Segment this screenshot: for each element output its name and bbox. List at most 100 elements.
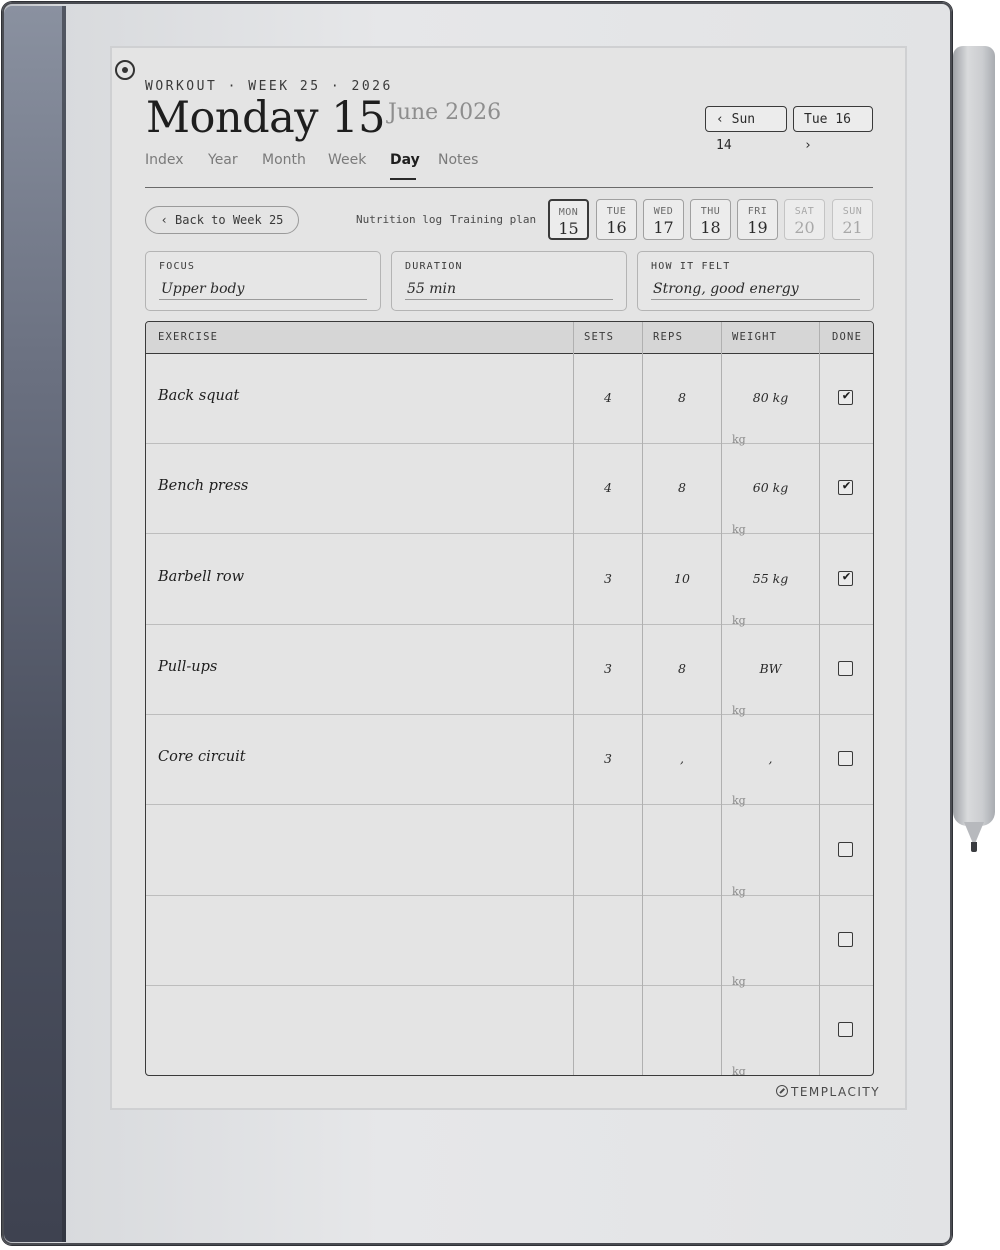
weight-cell[interactable]: 55 kg (722, 571, 819, 586)
page-kicker: WORKOUT · WEEK 25 · 2026 (145, 79, 393, 94)
column-divider (573, 322, 574, 1075)
duration-label: DURATION (405, 261, 463, 272)
training-plan-link[interactable]: Training plan (450, 213, 536, 226)
day-chip-sat[interactable]: SAT 20 (784, 199, 825, 240)
day-chip-name: FRI (747, 206, 768, 217)
tablet-spine (4, 6, 66, 1242)
how-it-felt-field[interactable]: HOW IT FELT Strong, good energy (637, 251, 874, 311)
checkmark-icon: ✔ (842, 388, 851, 403)
day-chip-thu[interactable]: THU 18 (690, 199, 731, 240)
sets-cell[interactable]: 4 (574, 390, 642, 405)
column-header-sets: SETS (584, 331, 615, 343)
writing-line (651, 299, 860, 300)
page-title: Monday 15 (146, 93, 385, 143)
day-chip-number: 19 (747, 218, 768, 237)
day-chip-sun[interactable]: SUN 21 (832, 199, 873, 240)
table-row: kg (146, 806, 873, 898)
stylus-nib (971, 842, 977, 852)
unit-label: kg (732, 1065, 746, 1076)
done-checkbox[interactable] (838, 931, 853, 947)
exercise-cell[interactable]: Bench press (158, 478, 248, 494)
tab-day[interactable]: Day (390, 152, 420, 168)
day-chip-name: SAT (794, 206, 815, 217)
weight-cell[interactable]: 80 kg (722, 390, 819, 405)
exercise-cell[interactable]: Core circuit (158, 749, 246, 765)
column-header-reps: REPS (653, 331, 684, 343)
done-checkbox[interactable]: ✔ (838, 478, 853, 496)
stylus-pen (953, 46, 995, 826)
day-chip-number: 18 (700, 218, 721, 237)
day-chip-mon[interactable]: MON 15 (548, 199, 589, 240)
focus-label: FOCUS (159, 261, 196, 272)
table-row: kg (146, 986, 873, 1076)
done-checkbox[interactable]: ✔ (838, 568, 853, 586)
tab-index[interactable]: Index (145, 152, 184, 168)
column-divider (819, 322, 820, 1075)
brand-mark-icon (776, 1085, 788, 1097)
column-divider (642, 322, 643, 1075)
sets-cell[interactable]: 3 (574, 661, 642, 676)
brand-logo: TEMPLACITY (776, 1085, 880, 1099)
reps-cell[interactable]: 10 (643, 571, 721, 586)
reps-cell[interactable]: , (643, 751, 721, 766)
weight-cell[interactable]: 60 kg (722, 480, 819, 495)
day-chip-number: 17 (653, 218, 674, 237)
active-tab-indicator (390, 178, 416, 180)
writing-line (159, 299, 367, 300)
camera-icon (115, 60, 135, 80)
month-label: June 2026 (388, 100, 502, 125)
table-row: Barbell row 3 10 55 kg kg ✔ (146, 535, 873, 627)
checkmark-icon: ✔ (842, 478, 851, 494)
how-it-felt-label: HOW IT FELT (651, 261, 731, 272)
duration-field[interactable]: DURATION 55 min (391, 251, 627, 311)
how-it-felt-value: Strong, good energy (653, 281, 799, 297)
checkmark-icon: ✔ (842, 568, 851, 584)
done-checkbox[interactable] (838, 1022, 853, 1038)
nutrition-log-link[interactable]: Nutrition log (356, 213, 442, 226)
day-chip-wed[interactable]: WED 17 (643, 199, 684, 240)
table-row: Bench press 4 8 60 kg kg ✔ (146, 444, 873, 536)
tab-divider (145, 187, 873, 188)
back-to-week-button[interactable]: ‹ Back to Week 25 (145, 206, 299, 234)
reps-cell[interactable]: 8 (643, 390, 721, 405)
day-chip-tue[interactable]: TUE 16 (596, 199, 637, 240)
done-checkbox[interactable] (838, 841, 853, 857)
done-checkbox[interactable] (838, 660, 853, 676)
done-checkbox[interactable]: ✔ (838, 388, 853, 405)
day-chip-number: 16 (606, 218, 627, 237)
exercise-cell[interactable]: Back squat (158, 388, 239, 404)
writing-line (405, 299, 613, 300)
previous-day-button[interactable]: ‹ Sun 14 (705, 106, 787, 153)
column-divider (721, 322, 722, 1075)
column-header-done: DONE (832, 331, 863, 343)
day-chip-fri[interactable]: FRI 19 (737, 199, 778, 240)
weight-cell[interactable]: , (722, 751, 819, 766)
table-row: kg (146, 896, 873, 988)
exercise-cell[interactable]: Pull-ups (158, 659, 217, 675)
table-row: Pull-ups 3 8 BW kg (146, 625, 873, 717)
column-header-exercise: EXERCISE (158, 331, 219, 343)
day-chip-number: 20 (794, 218, 815, 237)
brand-name: TEMPLACITY (791, 1085, 881, 1099)
tab-week[interactable]: Week (328, 152, 366, 168)
column-header-weight: WEIGHT (732, 331, 778, 343)
focus-value: Upper body (161, 281, 245, 297)
tab-notes[interactable]: Notes (438, 152, 478, 168)
table-header: EXERCISE SETS REPS WEIGHT DONE (146, 322, 873, 354)
reps-cell[interactable]: 8 (643, 480, 721, 495)
next-day-button[interactable]: Tue 16 › (793, 106, 873, 153)
sets-cell[interactable]: 3 (574, 751, 642, 766)
exercise-table: EXERCISE SETS REPS WEIGHT DONE Back squa… (145, 321, 874, 1076)
sets-cell[interactable]: 4 (574, 480, 642, 495)
sets-cell[interactable]: 3 (574, 571, 642, 586)
tab-month[interactable]: Month (262, 152, 306, 168)
tab-year[interactable]: Year (208, 152, 238, 168)
weight-cell[interactable]: BW (722, 661, 819, 676)
duration-value: 55 min (407, 281, 457, 297)
focus-field[interactable]: FOCUS Upper body (145, 251, 381, 311)
table-row: Core circuit 3,, kg (146, 715, 873, 807)
done-checkbox[interactable] (838, 751, 853, 767)
reps-cell[interactable]: 8 (643, 661, 721, 676)
table-row: Back squat 4 8 80 kg kg ✔ (146, 354, 873, 446)
exercise-cell[interactable]: Barbell row (158, 569, 244, 585)
